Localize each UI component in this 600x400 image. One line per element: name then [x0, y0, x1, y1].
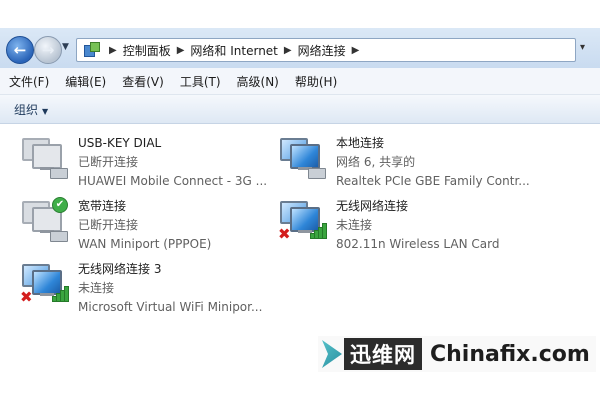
red-x-icon: ✖: [278, 225, 291, 243]
network-connections-window: ← → ▼ ▶ 控制面板 ▶ 网络和 Internet ▶ 网络连接 ▶ ▾ 文…: [0, 0, 600, 400]
connection-broadband[interactable]: ✔ 宽带连接 已断开连接 WAN Miniport (PPPOE): [20, 197, 280, 253]
connection-device: WAN Miniport (PPPOE): [78, 237, 212, 251]
menu-help[interactable]: 帮助(H): [286, 73, 344, 90]
broadband-connection-icon: ✔: [20, 197, 70, 245]
connection-status: 未连接: [336, 218, 373, 232]
connection-name: 本地连接: [336, 136, 385, 150]
recent-pages-dropdown[interactable]: ▼: [62, 42, 69, 52]
connection-wireless-3[interactable]: ✖ 无线网络连接 3 未连接 Microsoft Virtual WiFi Mi…: [20, 260, 280, 316]
breadcrumb-separator-icon[interactable]: ▶: [177, 45, 185, 56]
connection-name: 无线网络连接 3: [78, 262, 162, 276]
connection-device: HUAWEI Mobile Connect - 3G ...: [78, 174, 268, 188]
menu-tools[interactable]: 工具(T): [171, 73, 228, 90]
forward-button[interactable]: →: [34, 36, 62, 64]
connection-status: 已断开连接: [78, 155, 139, 169]
connection-device: Realtek PCIe GBE Family Contr...: [336, 174, 530, 188]
signal-bars-icon: [310, 223, 328, 239]
signal-bars-icon: [52, 286, 70, 302]
connection-usb-key-dial[interactable]: USB-KEY DIAL 已断开连接 HUAWEI Mobile Connect…: [20, 134, 280, 190]
back-button[interactable]: ←: [6, 36, 34, 64]
wireless-connection-icon: ✖: [20, 260, 70, 308]
breadcrumb-network-connections[interactable]: 网络连接: [298, 42, 346, 59]
connection-name: 宽带连接: [78, 199, 127, 213]
command-bar: 组织 ▼: [0, 95, 600, 124]
back-arrow-icon: ←: [13, 41, 27, 59]
wireless-connection-icon: ✖: [278, 197, 328, 245]
address-field[interactable]: ▶ 控制面板 ▶ 网络和 Internet ▶ 网络连接 ▶: [76, 38, 576, 62]
lan-connection-icon: [278, 134, 328, 182]
site-watermark: 迅维网 Chinafix.com: [318, 336, 596, 372]
red-x-icon: ✖: [20, 288, 33, 306]
dialup-connection-icon: [20, 134, 70, 182]
control-panel-icon: [83, 42, 100, 58]
connection-device: 802.11n Wireless LAN Card: [336, 237, 500, 251]
breadcrumb-separator-icon[interactable]: ▶: [352, 45, 360, 56]
menu-file[interactable]: 文件(F): [0, 73, 56, 90]
organize-button[interactable]: 组织 ▼: [14, 101, 48, 118]
forward-arrow-icon: →: [41, 41, 55, 59]
breadcrumb-separator-icon[interactable]: ▶: [284, 45, 292, 56]
connection-wireless[interactable]: ✖ 无线网络连接 未连接 802.11n Wireless LAN Card: [278, 197, 538, 253]
breadcrumb-separator-icon[interactable]: ▶: [109, 45, 117, 56]
connection-local-area[interactable]: 本地连接 网络 6, 共享的 Realtek PCIe GBE Family C…: [278, 134, 538, 190]
watermark-cn-text: 迅维网: [344, 338, 422, 370]
connection-status: 网络 6, 共享的: [336, 155, 416, 169]
menu-bar: 文件(F) 编辑(E) 查看(V) 工具(T) 高级(N) 帮助(H): [0, 68, 600, 95]
watermark-logo-icon: [322, 340, 342, 368]
connection-status: 未连接: [78, 281, 115, 295]
connection-name: 无线网络连接: [336, 199, 409, 213]
menu-edit[interactable]: 编辑(E): [56, 73, 113, 90]
chevron-down-icon: ▼: [42, 107, 49, 116]
organize-label: 组织: [14, 103, 39, 117]
breadcrumb-control-panel[interactable]: 控制面板: [123, 42, 171, 59]
breadcrumb-network-internet[interactable]: 网络和 Internet: [190, 42, 277, 59]
connection-device: Microsoft Virtual WiFi Minipor...: [78, 300, 263, 314]
green-check-icon: ✔: [52, 197, 68, 213]
menu-advanced[interactable]: 高级(N): [228, 73, 286, 90]
connection-name: USB-KEY DIAL: [78, 136, 162, 150]
address-bar: ← → ▼ ▶ 控制面板 ▶ 网络和 Internet ▶ 网络连接 ▶ ▾: [0, 28, 600, 68]
address-dropdown-icon[interactable]: ▾: [580, 42, 585, 53]
menu-view[interactable]: 查看(V): [113, 73, 171, 90]
connection-status: 已断开连接: [78, 218, 139, 232]
watermark-en-text: Chinafix.com: [430, 341, 590, 367]
